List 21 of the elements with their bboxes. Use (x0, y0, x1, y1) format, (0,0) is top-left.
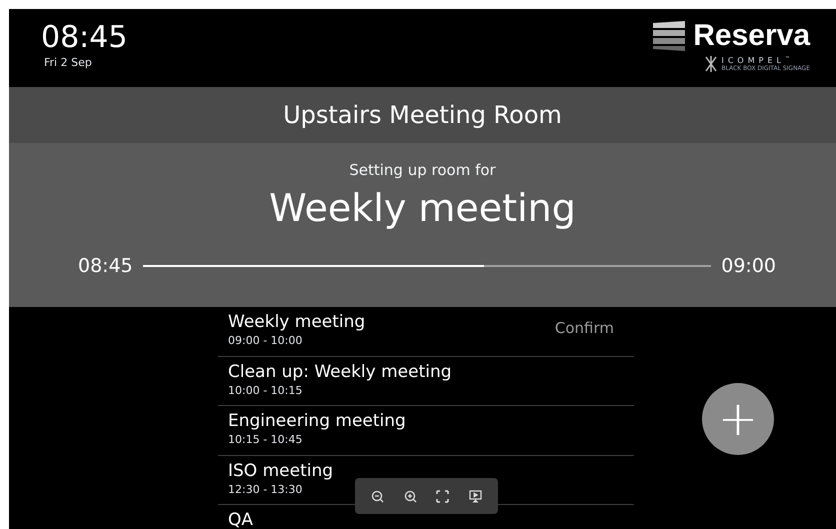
stacked-layers-icon (651, 20, 688, 52)
status-caption: Setting up room for (349, 160, 496, 181)
booking-title: QA (228, 509, 254, 529)
clock-time: 08:45 (41, 21, 128, 55)
booking-time: 12:30 - 13:30 (228, 482, 304, 498)
booking-title: Engineering meeting (228, 410, 406, 432)
logo-wordmark: Reserva (693, 19, 810, 53)
booking-time: 09:00 - 10:00 (228, 333, 304, 349)
current-meeting-title: Weekly meeting (269, 184, 576, 232)
star-burst-icon (704, 55, 718, 73)
start-time: 08:45 (78, 254, 133, 278)
logo-brand: ICOMPEL (721, 56, 785, 65)
booking-title: Clean up: Weekly meeting (228, 360, 452, 382)
confirm-button[interactable]: Confirm (554, 317, 614, 340)
booking-title: ISO meeting (228, 460, 334, 482)
end-time: 09:00 (721, 254, 776, 278)
booking-time: 10:15 - 10:45 (228, 432, 304, 448)
booking-title: Weekly meeting (228, 311, 366, 333)
booking-time: 10:00 - 10:15 (228, 382, 304, 398)
room-name: Upstairs Meeting Room (283, 100, 562, 131)
clock-date: Fri 2 Sep (44, 55, 92, 71)
